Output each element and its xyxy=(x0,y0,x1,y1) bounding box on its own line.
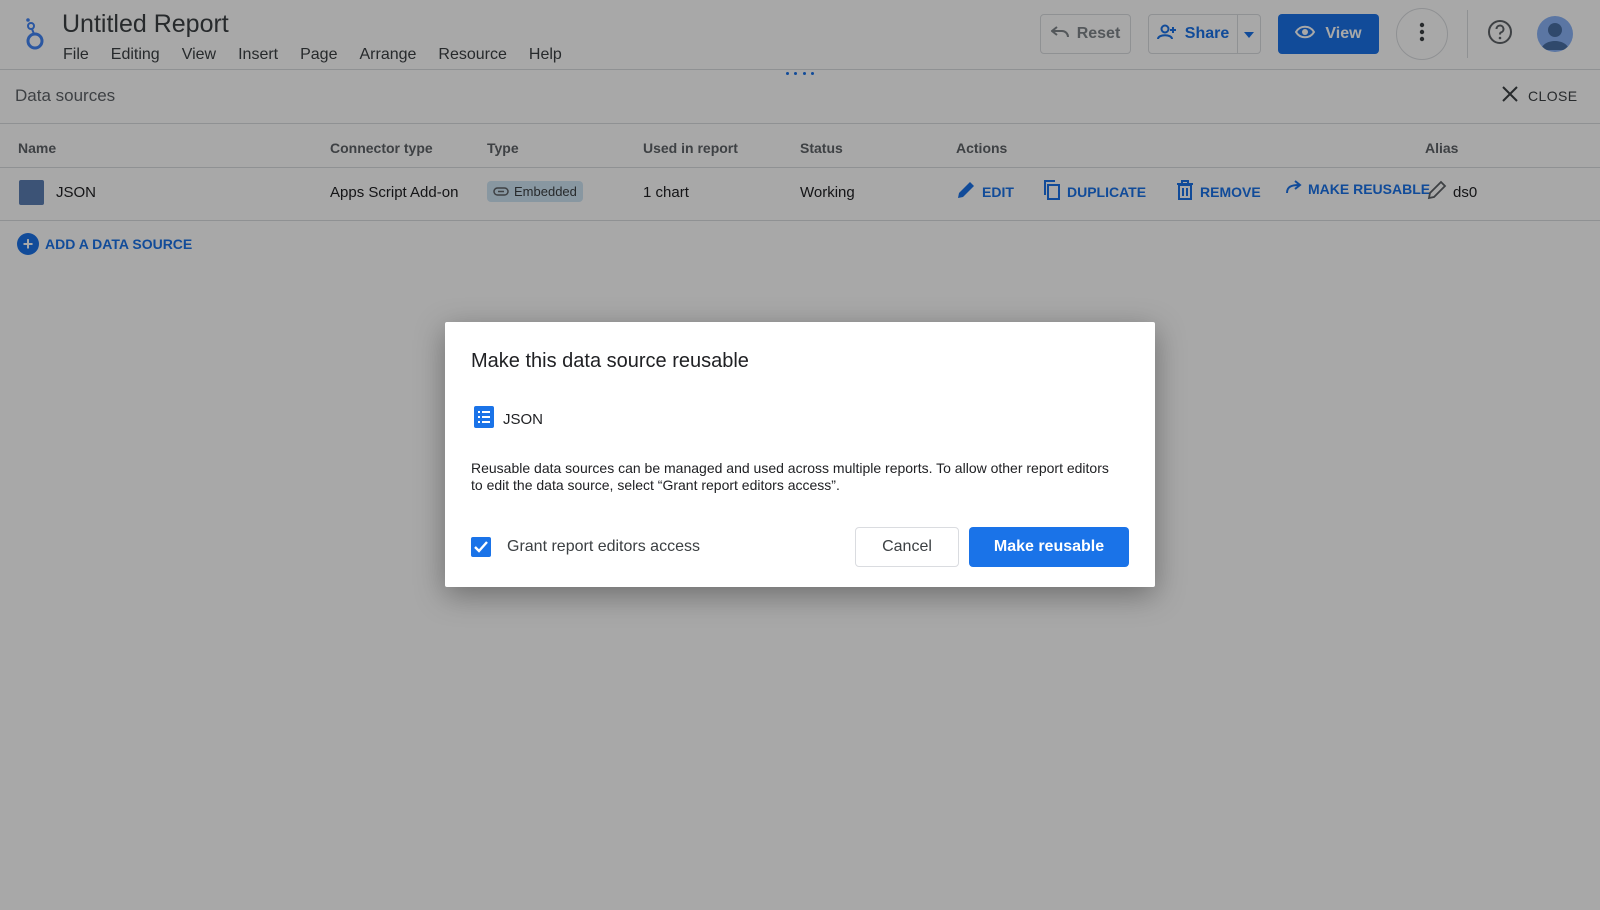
dialog-source-name: JSON xyxy=(503,410,544,428)
make-reusable-button[interactable]: Make reusable xyxy=(969,527,1129,567)
grant-access-checkbox[interactable] xyxy=(471,537,491,557)
checkmark-icon xyxy=(474,541,488,553)
grant-access-checkbox-row[interactable]: Grant report editors access xyxy=(471,537,700,557)
dialog-source: JSON xyxy=(474,406,543,432)
make-reusable-dialog: Make this data source reusable JSON Reus… xyxy=(445,322,1155,587)
list-document-icon xyxy=(474,406,494,432)
grant-access-label: Grant report editors access xyxy=(507,538,700,555)
cancel-button[interactable]: Cancel xyxy=(855,527,959,567)
dialog-description: Reusable data sources can be managed and… xyxy=(471,460,1109,493)
dialog-title: Make this data source reusable xyxy=(471,350,749,372)
